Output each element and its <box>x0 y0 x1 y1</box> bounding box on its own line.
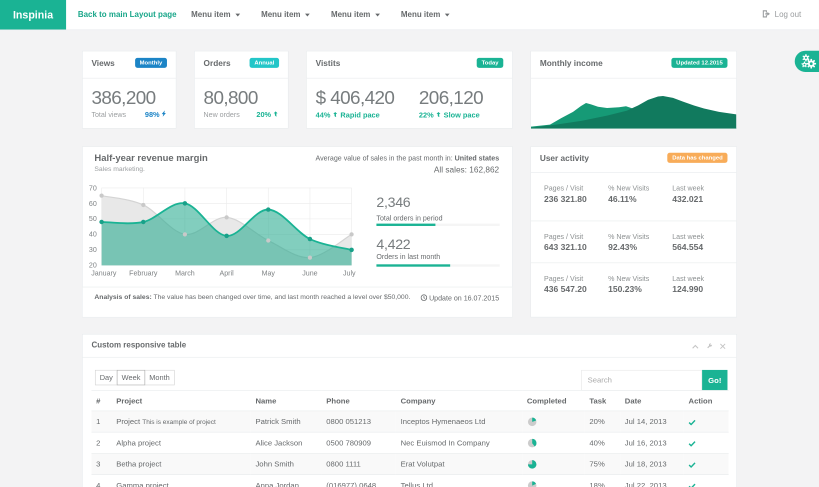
svg-text:March: March <box>175 270 195 278</box>
svg-text:July: July <box>343 270 356 278</box>
svg-text:60: 60 <box>89 200 97 208</box>
svg-text:January: January <box>91 270 117 278</box>
svg-text:May: May <box>262 270 276 278</box>
svg-text:40: 40 <box>89 231 97 239</box>
svg-text:February: February <box>129 270 158 278</box>
svg-text:50: 50 <box>89 215 97 223</box>
svg-text:70: 70 <box>89 184 97 192</box>
svg-text:30: 30 <box>89 246 97 254</box>
svg-text:April: April <box>220 270 235 278</box>
svg-text:June: June <box>302 270 317 278</box>
